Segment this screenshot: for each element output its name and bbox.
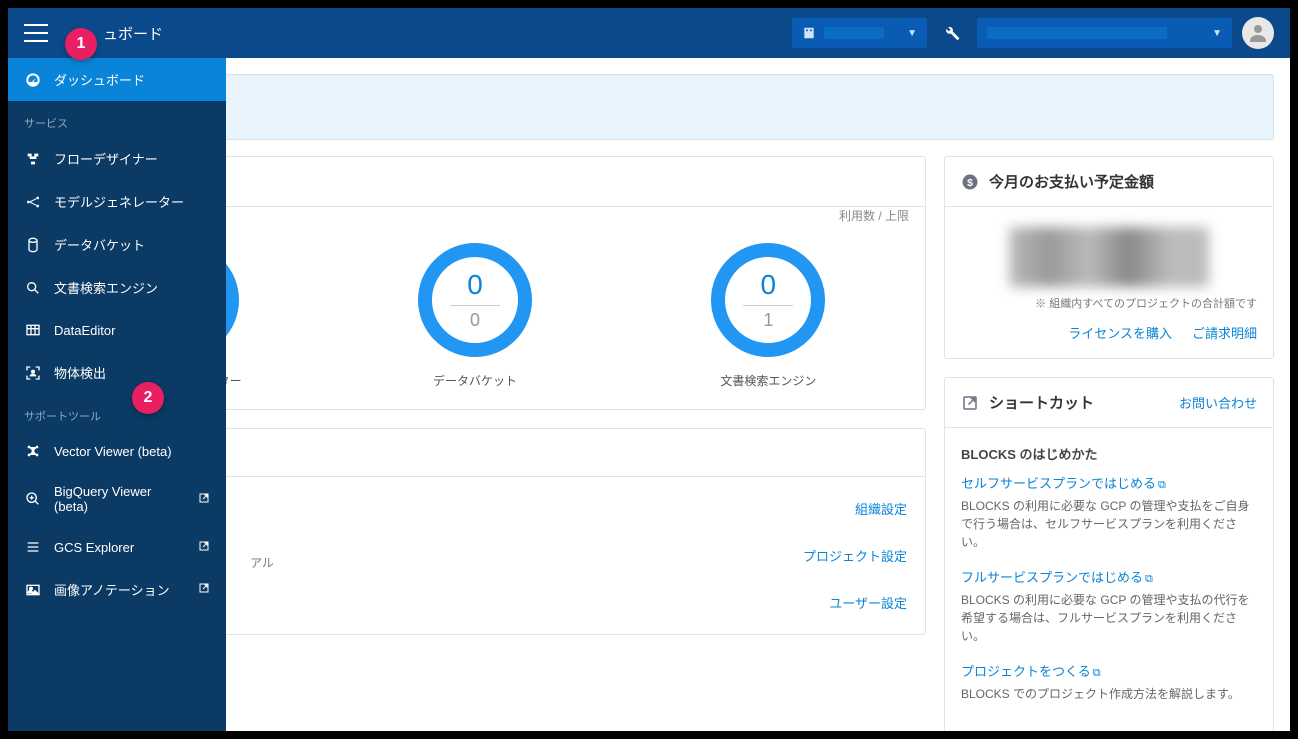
image-icon <box>24 581 42 599</box>
sidebar-item-flow-designer[interactable]: フローデザイナー <box>8 137 226 180</box>
callout-2: 2 <box>132 382 164 414</box>
menu-icon[interactable] <box>24 24 48 42</box>
external-icon: ⧉ <box>1093 667 1101 679</box>
sidebar-item-object-detection[interactable]: 物体検出 <box>8 351 226 394</box>
org-name-redacted <box>824 27 884 39</box>
sidebar-label: ダッシュボード <box>54 70 145 89</box>
tools-button[interactable] <box>937 18 967 48</box>
shortcuts-heading: BLOCKS のはじめかた <box>961 444 1257 463</box>
sidebar-item-document-search[interactable]: 文書検索エンジン <box>8 266 226 309</box>
payment-card: $ 今月のお支払い予定金額 ※ 組織内すべてのプロジェクトの合計額です ライセン… <box>944 156 1274 359</box>
project-selector[interactable]: ▼ <box>977 18 1232 48</box>
chevron-down-icon: ▼ <box>907 28 917 39</box>
callout-1: 1 <box>65 28 97 60</box>
shortcuts-card: ショートカット お問い合わせ BLOCKS のはじめかた セルフサービスプランで… <box>944 377 1274 731</box>
topbar: ュボード ▼ ▼ <box>8 8 1290 58</box>
sidebar-item-dashboard[interactable]: ダッシュボード <box>8 58 226 101</box>
sidebar-label: データバケット <box>54 235 145 254</box>
sidebar-item-gcs-explorer[interactable]: GCS Explorer <box>8 526 226 568</box>
svg-text:$: $ <box>967 176 973 188</box>
payment-note: ※ 組織内すべてのプロジェクトの合計額です <box>961 295 1257 311</box>
external-link-icon <box>961 394 979 412</box>
usage-item: 01 文書検索エンジン <box>708 240 828 389</box>
flow-icon <box>24 150 42 168</box>
building-icon <box>802 26 816 40</box>
sidebar-label: 画像アノテーション <box>54 580 170 599</box>
billing-detail-link[interactable]: ご請求明細 <box>1192 323 1257 342</box>
model-icon <box>24 193 42 211</box>
user-icon <box>1246 21 1270 45</box>
dashboard-icon <box>24 71 42 89</box>
external-icon: ⧉ <box>1145 573 1153 585</box>
shortcut-link-self[interactable]: セルフサービスプランではじめる⧉ <box>961 476 1166 491</box>
bucket-icon <box>24 236 42 254</box>
search-doc-icon <box>24 279 42 297</box>
avatar[interactable] <box>1242 17 1274 49</box>
buy-license-link[interactable]: ライセンスを購入 <box>1068 323 1172 342</box>
sidebar-label: フローデザイナー <box>54 149 158 168</box>
org-selector[interactable]: ▼ <box>792 18 927 48</box>
sidebar-label: GCS Explorer <box>54 540 134 555</box>
project-name-redacted <box>987 27 1167 39</box>
sidebar-label: BigQuery Viewer (beta) <box>54 484 186 514</box>
sidebar-item-vector-viewer[interactable]: Vector Viewer (beta) <box>8 430 226 472</box>
sidebar-label: Vector Viewer (beta) <box>54 444 172 459</box>
sidebar-item-model-generator[interactable]: モデルジェネレーター <box>8 180 226 223</box>
shortcut-link-full[interactable]: フルサービスプランではじめる⧉ <box>961 570 1153 585</box>
list-icon <box>24 538 42 556</box>
contact-link[interactable]: お問い合わせ <box>1179 393 1257 412</box>
shortcut-item: フルサービスプランではじめる⧉ BLOCKS の利用に必要な GCP の管理や支… <box>961 567 1257 645</box>
sidebar-item-bigquery-viewer[interactable]: BigQuery Viewer (beta) <box>8 472 226 526</box>
external-link-icon <box>198 492 210 507</box>
page-title: ュボード <box>103 23 163 44</box>
detect-icon <box>24 364 42 382</box>
shortcut-link-project[interactable]: プロジェクトをつくる⧉ <box>961 664 1101 679</box>
bigquery-icon <box>24 490 42 508</box>
usage-item: 00 データバケット <box>415 240 535 389</box>
sidebar-label: DataEditor <box>54 323 115 338</box>
sidebar-section-services: サービス <box>8 101 226 137</box>
vector-icon <box>24 442 42 460</box>
payment-amount-redacted <box>1009 227 1209 287</box>
payment-title: 今月のお支払い予定金額 <box>989 171 1154 192</box>
sidebar-label: モデルジェネレーター <box>54 192 184 211</box>
wrench-icon <box>943 24 961 42</box>
sidebar: ダッシュボード サービス フローデザイナー モデルジェネレーター データバケット… <box>8 58 226 731</box>
sidebar-section-support: サポートツール <box>8 394 226 430</box>
external-icon: ⧉ <box>1158 479 1166 491</box>
sidebar-label: 文書検索エンジン <box>54 278 158 297</box>
table-icon <box>24 321 42 339</box>
sidebar-label: 物体検出 <box>54 363 106 382</box>
dollar-icon: $ <box>961 173 979 191</box>
sidebar-item-data-bucket[interactable]: データバケット <box>8 223 226 266</box>
external-link-icon <box>198 540 210 555</box>
sidebar-item-data-editor[interactable]: DataEditor <box>8 309 226 351</box>
sidebar-item-image-annotation[interactable]: 画像アノテーション <box>8 568 226 611</box>
shortcuts-title: ショートカット <box>989 392 1094 413</box>
shortcut-item: プロジェクトをつくる⧉ BLOCKS でのプロジェクト作成方法を解説します。 <box>961 661 1257 703</box>
chevron-down-icon: ▼ <box>1212 28 1222 39</box>
shortcut-item: セルフサービスプランではじめる⧉ BLOCKS の利用に必要な GCP の管理や… <box>961 473 1257 551</box>
external-link-icon <box>198 582 210 597</box>
